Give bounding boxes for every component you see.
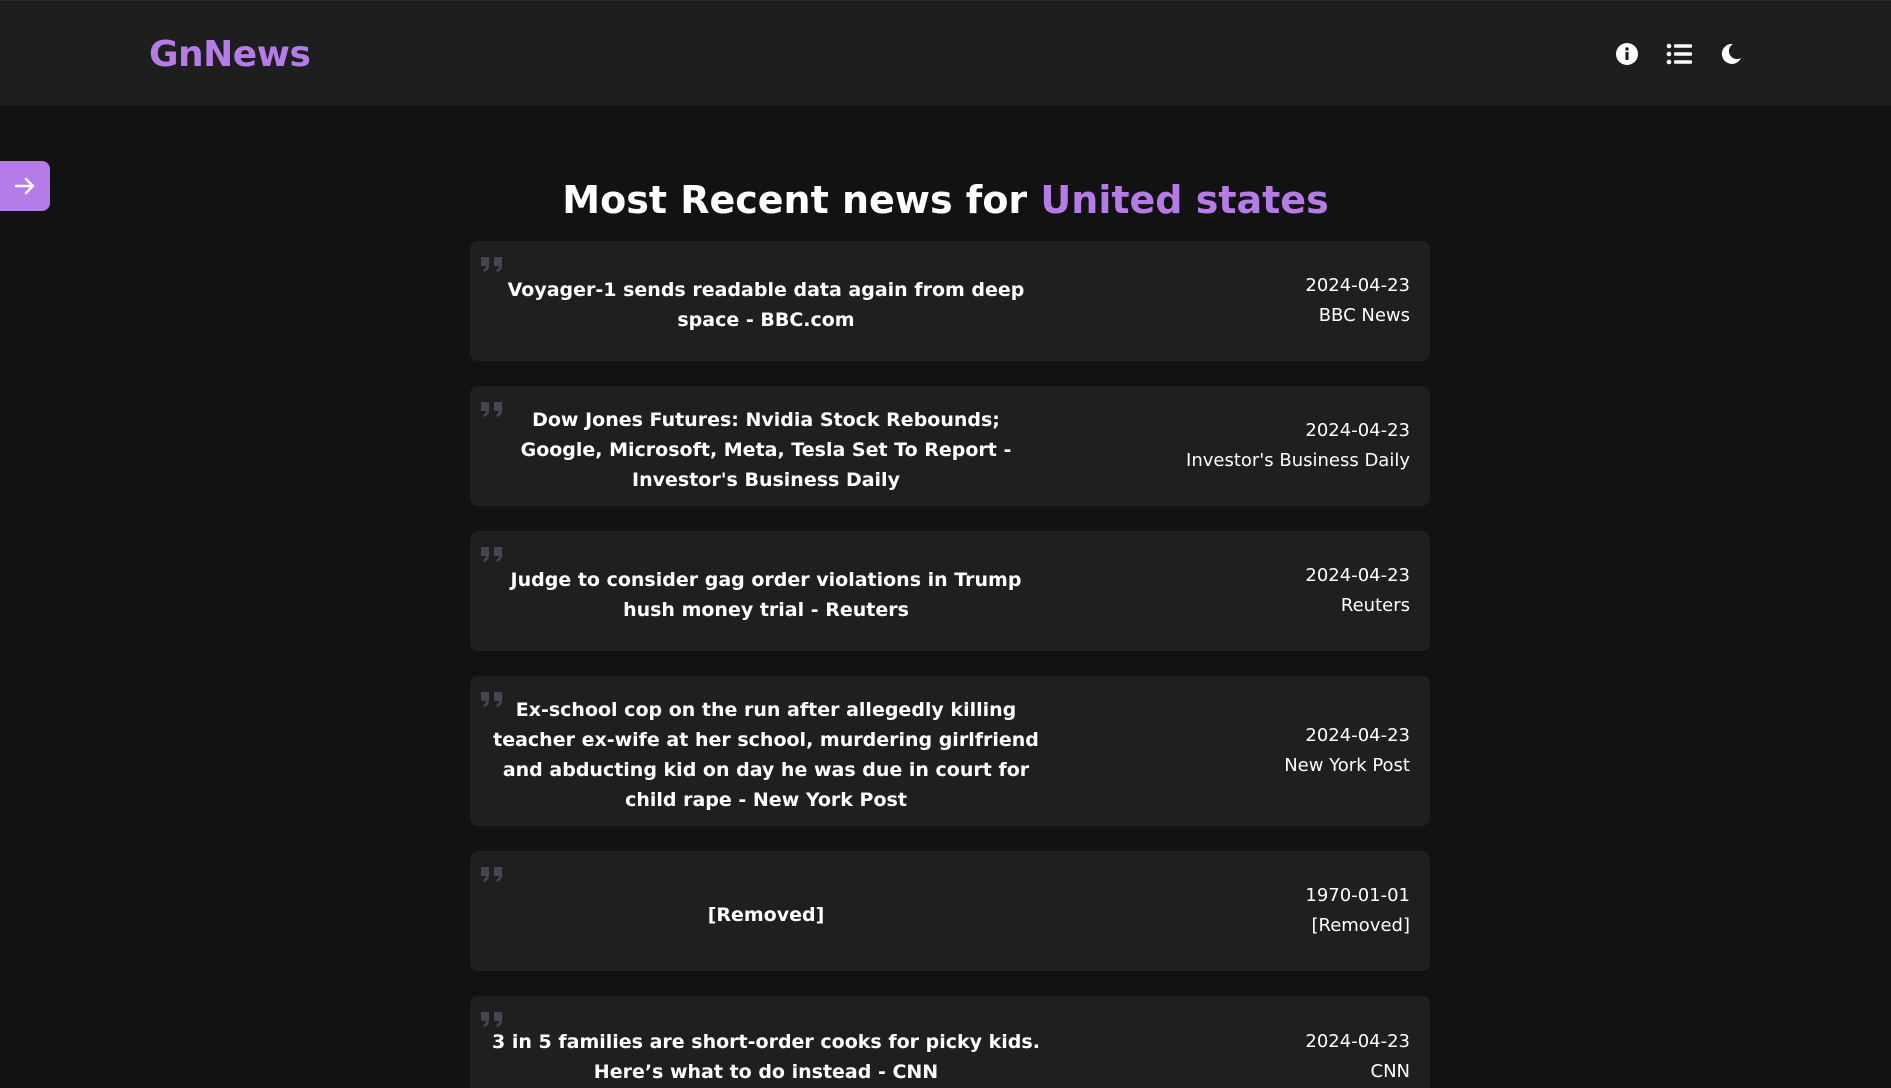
- article-source: New York Post: [1284, 755, 1410, 776]
- article-title[interactable]: Ex-school cop on the run after allegedly…: [490, 676, 1042, 826]
- article-date: 1970-01-01: [1305, 885, 1410, 906]
- article-date: 2024-04-23: [1305, 420, 1410, 441]
- article-title[interactable]: Voyager-1 sends readable data again from…: [490, 241, 1042, 361]
- article-date: 2024-04-23: [1305, 275, 1410, 296]
- article-title[interactable]: [Removed]: [490, 851, 1042, 971]
- article-date: 2024-04-23: [1305, 565, 1410, 586]
- news-card[interactable]: Voyager-1 sends readable data again from…: [470, 241, 1430, 361]
- page-title-prefix: Most Recent news for: [562, 178, 1028, 222]
- article-source: Reuters: [1340, 595, 1410, 616]
- article-meta: 2024-04-23 BBC News: [1305, 241, 1410, 361]
- article-title[interactable]: Dow Jones Futures: Nvidia Stock Rebounds…: [490, 386, 1042, 506]
- page-title: Most Recent news for United states: [0, 176, 1891, 224]
- article-meta: 1970-01-01 [Removed]: [1305, 851, 1410, 971]
- article-source: Investor's Business Daily: [1186, 450, 1410, 471]
- news-card[interactable]: Dow Jones Futures: Nvidia Stock Rebounds…: [470, 386, 1430, 506]
- page-title-country: United states: [1040, 178, 1329, 222]
- article-date: 2024-04-23: [1305, 1031, 1410, 1052]
- article-meta: 2024-04-23 Investor's Business Daily: [1186, 386, 1410, 506]
- article-source: CNN: [1370, 1061, 1411, 1082]
- article-meta: 2024-04-23 Reuters: [1305, 531, 1410, 651]
- list-icon[interactable]: [1664, 39, 1694, 69]
- article-meta: 2024-04-23 New York Post: [1284, 676, 1410, 826]
- article-meta: 2024-04-23 CNN: [1305, 996, 1410, 1088]
- news-card[interactable]: 3 in 5 families are short-order cooks fo…: [470, 996, 1430, 1088]
- article-date: 2024-04-23: [1305, 725, 1410, 746]
- news-card[interactable]: Judge to consider gag order violations i…: [470, 531, 1430, 651]
- article-source: BBC News: [1318, 305, 1410, 326]
- article-source: [Removed]: [1311, 915, 1410, 936]
- navbar-actions: [1612, 39, 1746, 69]
- info-icon[interactable]: [1612, 39, 1642, 69]
- moon-icon[interactable]: [1716, 39, 1746, 69]
- news-card[interactable]: [Removed] 1970-01-01 [Removed]: [470, 851, 1430, 971]
- news-card[interactable]: Ex-school cop on the run after allegedly…: [470, 676, 1430, 826]
- article-title[interactable]: 3 in 5 families are short-order cooks fo…: [490, 996, 1042, 1088]
- app-logo[interactable]: GnNews: [149, 35, 311, 75]
- top-navbar: GnNews: [0, 0, 1891, 106]
- article-title[interactable]: Judge to consider gag order violations i…: [490, 531, 1042, 651]
